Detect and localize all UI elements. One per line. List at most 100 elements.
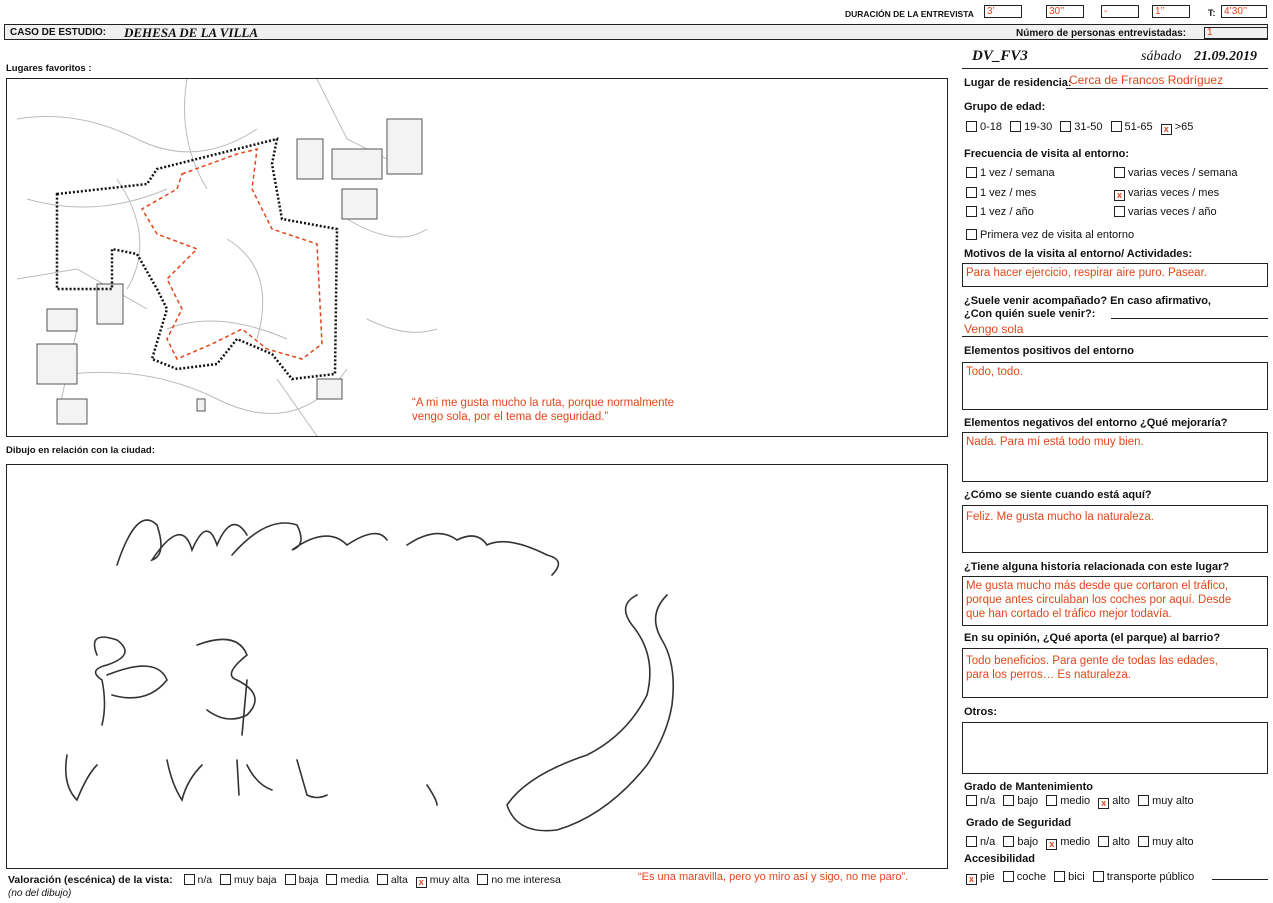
checkbox[interactable]: [1002, 871, 1014, 882]
option-label: varias veces / mes: [1128, 187, 1220, 199]
option-label: pie: [980, 871, 995, 883]
duration-field-2[interactable]: 30’’: [1046, 5, 1084, 18]
positive-field[interactable]: Todo, todo.: [962, 362, 1268, 410]
valuation-option-baja[interactable]: baja: [284, 874, 318, 886]
checkbox[interactable]: [966, 206, 977, 217]
freq-opt-3[interactable]: 1 vez / mes: [966, 187, 1036, 199]
valuation-row: Valoración (escénica) de la vista: n/a m…: [8, 874, 566, 888]
negative-label: Elementos negativos del entorno ¿Qué mej…: [964, 417, 1228, 429]
duration-field-3[interactable]: -: [1101, 5, 1139, 18]
checkbox[interactable]: [183, 874, 195, 885]
access-option[interactable]: coche: [1002, 871, 1046, 883]
checkbox[interactable]: [1092, 871, 1104, 882]
duration-field-1[interactable]: 3’: [984, 5, 1022, 18]
checkbox[interactable]: [966, 229, 977, 240]
checkbox-checked[interactable]: x: [1114, 190, 1125, 201]
checkbox[interactable]: [477, 874, 489, 885]
checkbox[interactable]: [966, 836, 977, 847]
motives-field[interactable]: Para hacer ejercicio, respirar aire puro…: [962, 263, 1268, 287]
checkbox-checked[interactable]: x: [1098, 798, 1110, 809]
freq-opt-1[interactable]: 1 vez / semana: [966, 167, 1055, 179]
valuation-option-muy-alta[interactable]: x muy alta: [415, 874, 469, 888]
security-option[interactable]: bajo: [1003, 836, 1038, 848]
contribution-label: En su opinión, ¿Qué aporta (el parque) a…: [964, 632, 1221, 644]
security-option[interactable]: n/a: [966, 836, 995, 848]
maint-option[interactable]: medio: [1046, 795, 1090, 807]
valuation-option-alta[interactable]: alta: [376, 874, 408, 886]
story-line-1: Me gusta mucho más desde que cortaron el…: [966, 580, 1229, 592]
checkbox[interactable]: [1110, 121, 1122, 132]
drawing-label: Dibujo en relación con la ciudad:: [6, 445, 155, 456]
map-frame: “A mi me gusta mucho la ruta, porque nor…: [6, 78, 948, 437]
maint-option[interactable]: x alto: [1098, 795, 1130, 809]
security-option[interactable]: x medio: [1046, 836, 1090, 850]
access-option[interactable]: bici: [1054, 871, 1085, 883]
age-options: 0-18 19-30 31-50 51-65 x >65: [966, 121, 1198, 135]
company-line: [1111, 318, 1268, 319]
age-option[interactable]: 51-65: [1110, 121, 1153, 133]
freq-opt-2[interactable]: varias veces / semana: [1114, 167, 1237, 179]
checkbox[interactable]: [376, 874, 388, 885]
duration-field-4[interactable]: 1’’: [1152, 5, 1190, 18]
valuation-note: (no del dibujo): [8, 888, 72, 899]
negative-field[interactable]: Nada. Para mí está todo muy bien.: [962, 432, 1268, 482]
valuation-option-na[interactable]: n/a: [183, 874, 212, 886]
feel-field[interactable]: Feliz. Me gusta mucho la naturaleza.: [962, 505, 1268, 553]
checkbox[interactable]: [1114, 206, 1125, 217]
valuation-option-media[interactable]: media: [326, 874, 369, 886]
persons-field[interactable]: 1: [1204, 27, 1268, 39]
residence-line: [1066, 88, 1268, 89]
total-duration-field[interactable]: 4’30’’: [1221, 5, 1267, 18]
age-option[interactable]: 0-18: [966, 121, 1002, 133]
checkbox[interactable]: [326, 874, 338, 885]
age-option[interactable]: 19-30: [1010, 121, 1052, 133]
maint-option[interactable]: bajo: [1003, 795, 1038, 807]
freq-opt-4[interactable]: x varias veces / mes: [1114, 187, 1219, 201]
valuation-option-no-interesa[interactable]: no me interesa: [477, 874, 561, 886]
checkbox[interactable]: [1054, 871, 1066, 882]
checkbox[interactable]: [1114, 167, 1125, 178]
maint-option[interactable]: n/a: [966, 795, 995, 807]
checkbox[interactable]: [966, 167, 977, 178]
residence-value[interactable]: Cerca de Francos Rodríguez: [1069, 73, 1223, 87]
checkbox[interactable]: [1138, 836, 1150, 847]
contribution-field[interactable]: Todo beneficios. Para gente de todas las…: [962, 648, 1268, 698]
checkbox-checked[interactable]: x: [415, 877, 427, 888]
checkbox-checked[interactable]: x: [966, 874, 977, 885]
checkbox[interactable]: [1003, 795, 1015, 806]
option-label: 1 vez / año: [980, 206, 1034, 218]
age-option[interactable]: x >65: [1160, 121, 1193, 135]
company-value[interactable]: Vengo sola: [964, 322, 1023, 336]
security-option[interactable]: muy alto: [1138, 836, 1194, 848]
age-option[interactable]: 31-50: [1060, 121, 1102, 133]
checkbox[interactable]: [966, 795, 977, 806]
checkbox[interactable]: [1098, 836, 1110, 847]
access-option[interactable]: transporte público: [1092, 871, 1194, 883]
frequency-label: Frecuencia de visita al entorno:: [964, 148, 1130, 160]
checkbox[interactable]: [220, 874, 232, 885]
option-label: no me interesa: [491, 874, 561, 886]
checkbox[interactable]: [1046, 795, 1058, 806]
others-field[interactable]: [962, 722, 1268, 774]
checkbox[interactable]: [284, 874, 296, 885]
freq-opt-7[interactable]: Primera vez de visita al entorno: [966, 229, 1134, 241]
valuation-option-muy-baja[interactable]: muy baja: [220, 874, 277, 886]
checkbox[interactable]: [966, 121, 977, 132]
motives-label: Motivos de la visita al entorno/ Activid…: [964, 248, 1193, 260]
freq-opt-6[interactable]: varias veces / año: [1114, 206, 1217, 218]
checkbox[interactable]: [1003, 836, 1015, 847]
checkbox[interactable]: [966, 187, 977, 198]
maint-option[interactable]: muy alto: [1138, 795, 1194, 807]
maintenance-options: n/a bajo medio x alto muy alto: [966, 795, 1199, 809]
hand-drawing: [64, 519, 675, 832]
security-option[interactable]: alto: [1098, 836, 1130, 848]
checkbox[interactable]: [1138, 795, 1150, 806]
freq-opt-5[interactable]: 1 vez / año: [966, 206, 1034, 218]
checkbox-checked[interactable]: x: [1160, 124, 1172, 135]
checkbox-checked[interactable]: x: [1046, 839, 1058, 850]
checkbox[interactable]: [1010, 121, 1022, 132]
access-option[interactable]: x pie: [966, 871, 995, 885]
checkbox[interactable]: [1060, 121, 1072, 132]
story-field[interactable]: Me gusta mucho más desde que cortaron el…: [962, 576, 1268, 626]
case-name: DEHESA DE LA VILLA: [124, 25, 259, 40]
